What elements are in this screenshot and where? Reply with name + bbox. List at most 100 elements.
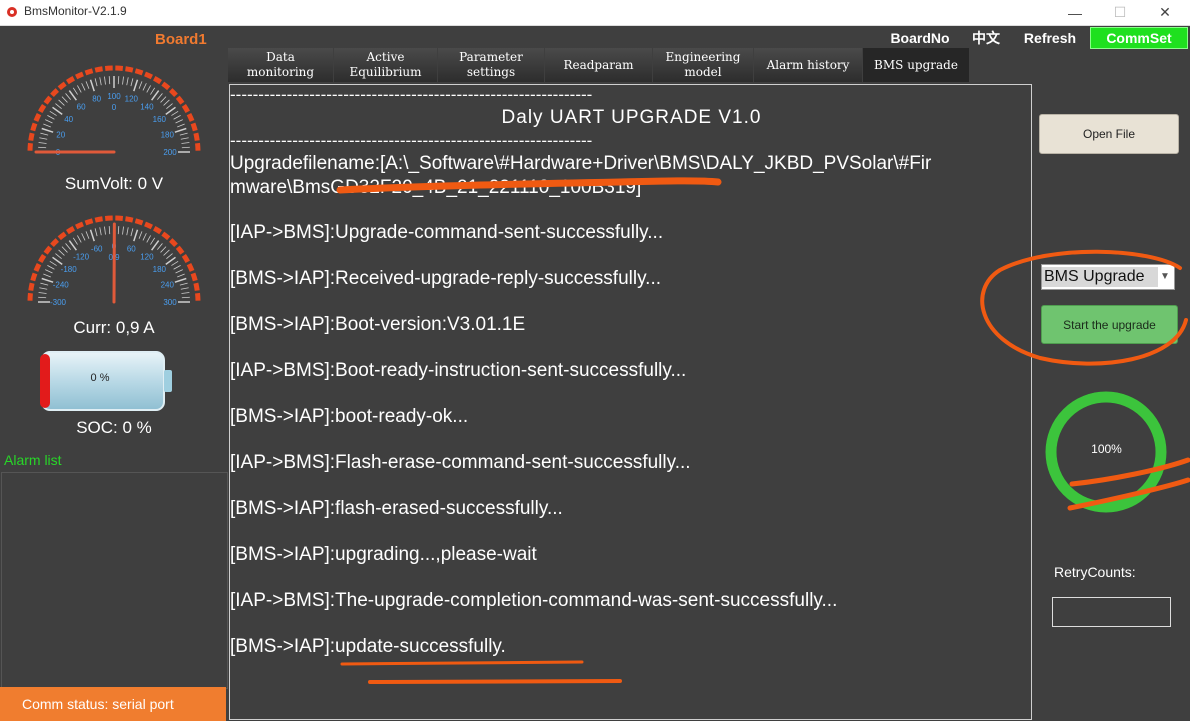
gauge-arc-segment xyxy=(144,221,153,230)
gauge-tick xyxy=(133,229,139,242)
gauge-tick xyxy=(43,273,51,278)
boardno-button[interactable]: BoardNo xyxy=(884,27,956,49)
gauge-tick xyxy=(181,142,190,144)
tab-active-equilibrium[interactable]: Active Equilibrium xyxy=(334,48,437,82)
gauge-tick-label: -300 xyxy=(50,298,67,307)
minimize-button[interactable]: — xyxy=(1052,0,1098,25)
retry-counts-field[interactable] xyxy=(1052,597,1171,627)
gauge-tick-label: 80 xyxy=(92,95,101,104)
gauge-arc-segment xyxy=(84,68,94,76)
gauge-tick xyxy=(89,79,95,92)
gauge-arc-segment xyxy=(33,113,42,122)
gauge-tick-label: 60 xyxy=(77,103,86,112)
refresh-button[interactable]: Refresh xyxy=(1016,27,1084,49)
upgrade-log[interactable]: ----------------------------------------… xyxy=(229,84,1032,720)
gauge-arc-segment xyxy=(181,253,190,264)
alarm-list-label: Alarm list xyxy=(4,452,62,468)
gauge-arc-segment xyxy=(28,132,35,141)
log-line: [IAP->BMS]:Boot-ready-instruction-sent-s… xyxy=(230,360,687,381)
tab-label: BMS upgrade xyxy=(874,57,958,72)
gauge-tick xyxy=(157,93,163,100)
gauge-tick xyxy=(122,76,124,85)
gauge-tick xyxy=(55,253,62,259)
gauge-tick xyxy=(126,77,129,86)
gauge-tick xyxy=(72,87,78,95)
gauge-arc-segment xyxy=(50,88,60,98)
gauge-arc-segment xyxy=(175,245,185,255)
open-file-button[interactable]: Open File xyxy=(1039,114,1179,154)
gauge-tick xyxy=(146,235,151,243)
gauge-arc-segment xyxy=(193,132,200,141)
gauge-tick xyxy=(181,146,190,149)
gauge-arc-segment xyxy=(38,253,47,264)
language-button[interactable]: 中文 xyxy=(962,27,1010,49)
log-line: [BMS->IAP]:upgrading...,please-wait xyxy=(230,544,537,565)
gauge-tick-label: 20 xyxy=(56,131,65,140)
gauge-tick xyxy=(61,96,68,103)
gauge-arc-segment xyxy=(152,226,163,235)
gauge-tick xyxy=(160,246,167,253)
gauge-tick xyxy=(99,77,102,86)
gauge-tick xyxy=(117,76,120,85)
gauge-arc-segment xyxy=(193,282,200,291)
log-line: [BMS->IAP]:boot-ready-ok... xyxy=(230,406,469,427)
log-line: [BMS->IAP]:Received-upgrade-reply-succes… xyxy=(230,268,662,289)
gauge-tick xyxy=(45,269,53,274)
log-line: [BMS->IAP]:Boot-version:V3.01.1E xyxy=(230,314,526,335)
gauge-tick xyxy=(130,228,134,237)
tab-engineering-model[interactable]: Engineering model xyxy=(653,48,753,82)
gauge-arc-segment xyxy=(168,238,178,248)
current-gauge: -300-240-180-120-600601201802403000,9 xyxy=(27,215,201,307)
gauge-tick-label: 160 xyxy=(153,115,167,124)
gauge-arc-segment xyxy=(94,216,103,223)
gauge-tick xyxy=(38,146,47,149)
gauge-tick-label: 200 xyxy=(163,148,177,157)
gauge-tick xyxy=(43,123,51,128)
gauge-tick xyxy=(173,115,181,120)
close-button[interactable]: ✕ xyxy=(1142,0,1188,25)
gauge-tick xyxy=(72,237,78,245)
gauge-tick xyxy=(41,277,54,283)
gauge-tick-label: 140 xyxy=(140,103,154,112)
gauge-tick xyxy=(138,231,143,239)
gauge-tick xyxy=(173,265,181,270)
retry-counts-label: RetryCounts: xyxy=(1054,564,1136,580)
tab-label: monitoring xyxy=(246,65,315,79)
tab-label: Active xyxy=(366,50,405,64)
commset-button[interactable]: CommSet xyxy=(1090,27,1188,49)
gauge-arc-segment xyxy=(125,216,134,223)
tab-bms-upgrade[interactable]: BMS upgrade xyxy=(863,48,969,82)
gauge-tick xyxy=(175,119,183,124)
gauge-tick xyxy=(166,103,173,109)
tab-parameter-settings[interactable]: Parameter settings xyxy=(438,48,544,82)
tab-alarm-history[interactable]: Alarm history xyxy=(754,48,862,82)
gauge-tick xyxy=(38,142,47,144)
title-bar xyxy=(0,0,1190,26)
upgrade-type-select[interactable]: BMS Upgrade ▼ xyxy=(1041,264,1175,290)
gauge-tick-label: 120 xyxy=(125,95,139,104)
upgrade-type-value: BMS Upgrade xyxy=(1042,267,1158,287)
gauge-arc-segment xyxy=(161,231,171,241)
current-label: Curr: 0,9 A xyxy=(73,318,155,337)
app-gear-icon xyxy=(7,7,17,17)
tab-readparam[interactable]: Readparam xyxy=(545,48,652,82)
gauge-arc-segment xyxy=(94,66,103,73)
gauge-tick-label: -240 xyxy=(53,281,70,290)
tab-label: Parameter xyxy=(459,50,523,64)
sumvolt-gauge: 0204060801001201401601802000 xyxy=(27,65,201,157)
gauge-tick xyxy=(41,127,54,133)
alarm-list-box[interactable] xyxy=(1,472,228,689)
gauge-arc-segment xyxy=(43,95,53,105)
gauge-tick xyxy=(104,76,106,85)
gauge-tick xyxy=(157,243,163,250)
maximize-button[interactable]: ☐ xyxy=(1097,0,1143,25)
gauge-arc-segment xyxy=(75,221,84,230)
gauge-tick xyxy=(49,110,57,116)
gauge-tick xyxy=(175,269,183,274)
gauge-tick xyxy=(117,226,120,235)
gauge-tick xyxy=(94,228,98,237)
tab-data-monitoring[interactable]: Data monitoring xyxy=(228,48,333,82)
gauge-tick-label: 100 xyxy=(107,92,121,101)
start-upgrade-button[interactable]: Start the upgrade xyxy=(1041,305,1178,344)
gauge-tick-label: 240 xyxy=(161,281,175,290)
